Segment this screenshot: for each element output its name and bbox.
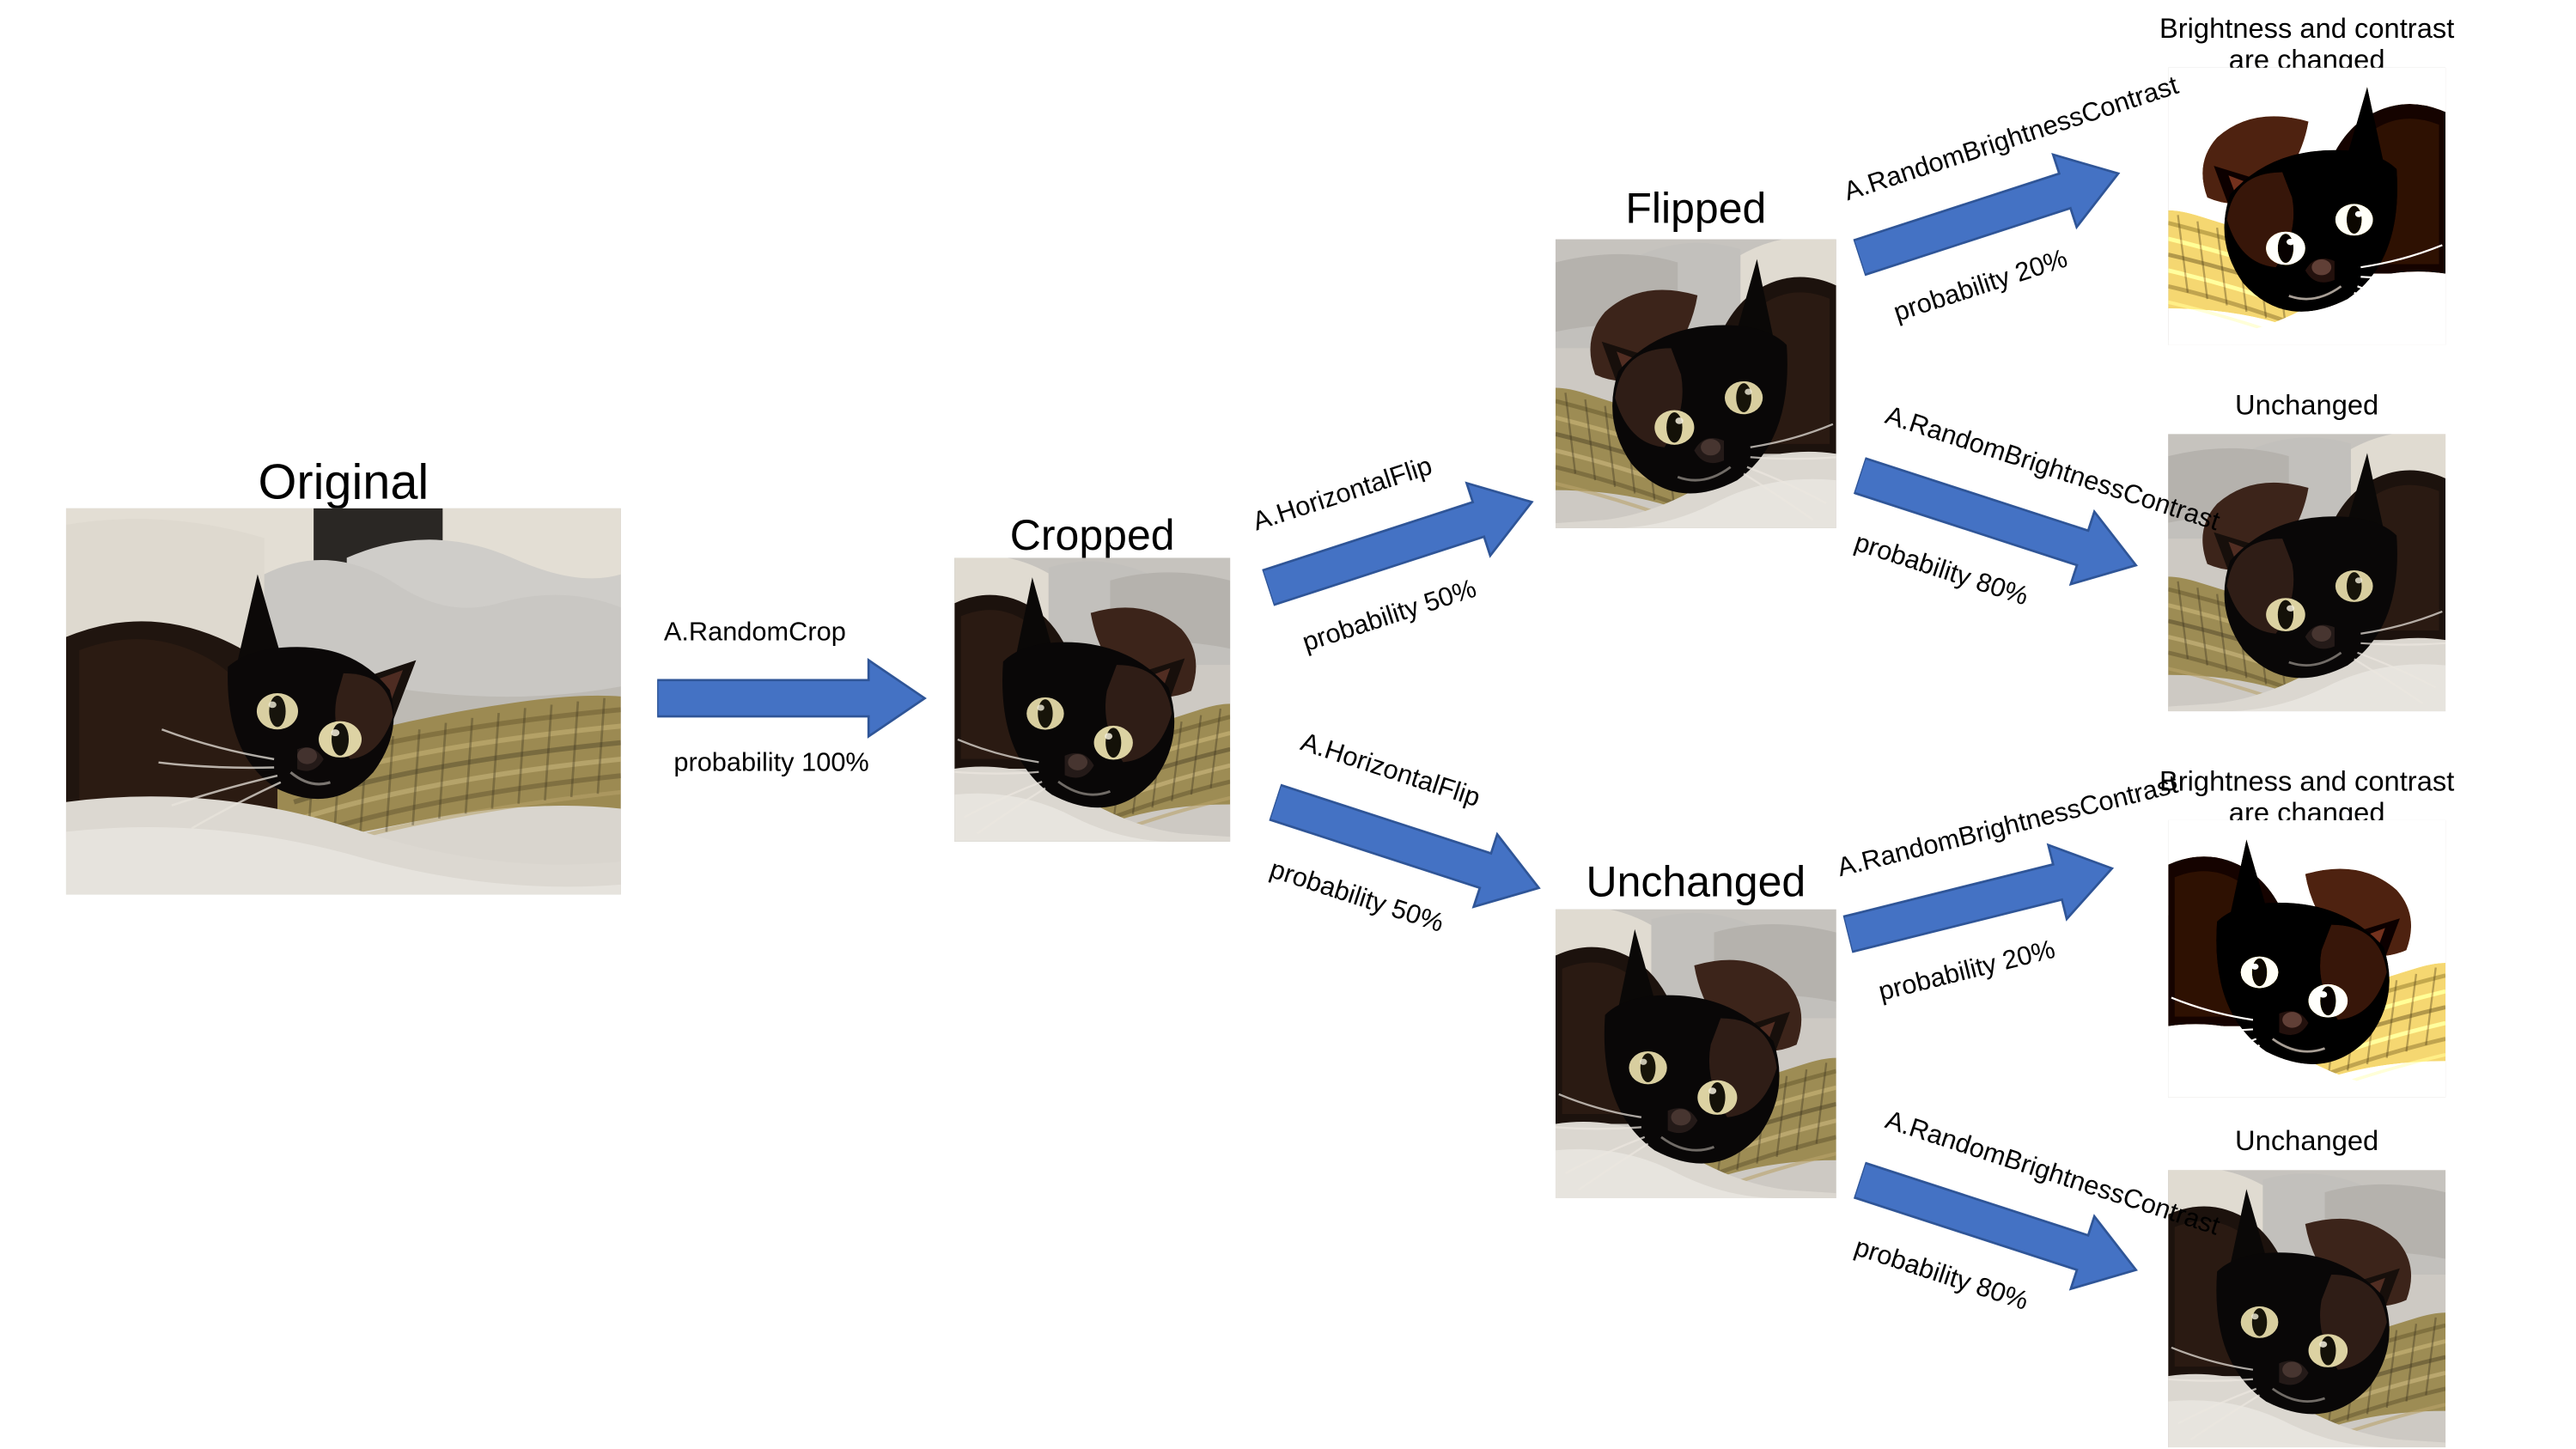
arrow-randomcrop-probability-label: probability 100% — [673, 749, 869, 778]
node-label-cropped: Cropped — [1009, 509, 1175, 560]
node-label-unchanged-mid: Unchanged — [1586, 856, 1806, 906]
arrow-randomcrop: A.RandomCrop probability 100% — [657, 618, 927, 777]
node-label-original: Original — [258, 455, 429, 510]
arrow-randomcrop-shape — [657, 657, 928, 740]
node-label-out-flip-unchanged: Unchanged — [2235, 389, 2379, 421]
arrow-randomcrop-operation-label: A.RandomCrop — [663, 618, 846, 648]
photo-cropped — [954, 557, 1231, 842]
node-label-out-flip-bright: Brightness and contrast are changed — [2159, 13, 2455, 76]
arrow-rbc-flip-20: A.RandomBrightnessContrast probability 20… — [1841, 72, 2182, 328]
photo-original — [65, 508, 621, 895]
photo-out-flip-bright — [2168, 67, 2446, 345]
node-label-out-plain-unchanged: Unchanged — [2235, 1125, 2379, 1157]
photo-out-plain-bright — [2168, 819, 2446, 1098]
arrow-rbc-plain-80: A.RandomBrightnessContrast probability 80… — [1851, 1106, 2223, 1316]
arrow-rbc-plain-20: A.RandomBrightnessContrast probability 20… — [1835, 771, 2181, 1008]
arrow-hflip-bottom: A.HorizontalFlip probability 50% — [1266, 728, 1541, 939]
photo-out-flip-unchanged — [2168, 434, 2446, 712]
arrow-rbc-flip-80: A.RandomBrightnessContrast probability 80… — [1851, 402, 2223, 612]
node-label-out-plain-bright: Brightness and contrast are changed — [2159, 765, 2455, 829]
photo-flipped — [1555, 239, 1836, 528]
node-label-flipped: Flipped — [1625, 183, 1767, 233]
photo-unchanged-mid — [1555, 909, 1836, 1198]
arrow-hflip-top: A.HorizontalFlip probability 50% — [1250, 453, 1534, 658]
